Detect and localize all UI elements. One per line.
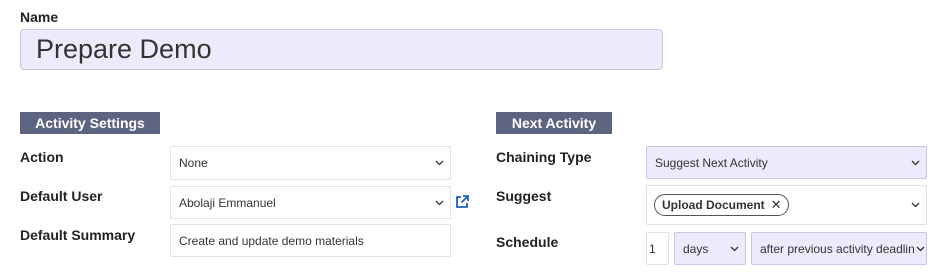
action-label: Action [20, 149, 64, 165]
schedule-label: Schedule [496, 234, 559, 250]
suggest-tags-input[interactable]: Upload Document ✕ [646, 185, 927, 225]
name-value: Prepare Demo [36, 34, 212, 64]
schedule-unit-value: days [683, 241, 709, 256]
schedule-amount-input[interactable]: 1 [646, 232, 669, 265]
default-user-label: Default User [20, 188, 103, 204]
name-label: Name [20, 9, 59, 25]
chaining-type-select[interactable]: Suggest Next Activity [646, 146, 927, 179]
suggest-tag-label: Upload Document [662, 198, 765, 212]
action-value: None [179, 156, 208, 170]
chevron-down-icon [723, 233, 745, 264]
chevron-down-icon [904, 186, 926, 224]
chevron-down-icon [428, 187, 450, 218]
schedule-trigger-select[interactable]: after previous activity deadline [751, 232, 927, 265]
default-summary-label: Default Summary [20, 227, 136, 243]
suggest-label: Suggest [496, 188, 552, 204]
chaining-type-label: Chaining Type [496, 149, 592, 165]
activity-settings-header: Activity Settings [20, 112, 160, 134]
next-activity-header: Next Activity [496, 112, 612, 134]
schedule-amount-value: 1 [649, 241, 656, 256]
schedule-unit-select[interactable]: days [674, 232, 746, 265]
action-select[interactable]: None [170, 146, 451, 180]
default-summary-input[interactable]: Create and update demo materials [170, 224, 451, 257]
default-user-select[interactable]: Abolaji Emmanuel [170, 186, 451, 219]
external-link-icon[interactable] [454, 194, 470, 210]
default-user-value: Abolaji Emmanuel [179, 195, 276, 210]
default-summary-value: Create and update demo materials [179, 233, 364, 248]
schedule-trigger-value: after previous activity deadline [760, 241, 914, 256]
chevron-down-icon [914, 233, 926, 264]
remove-tag-icon[interactable]: ✕ [771, 197, 782, 213]
chevron-down-icon [904, 147, 926, 178]
chevron-down-icon [428, 147, 450, 179]
name-input[interactable]: Prepare Demo [20, 29, 663, 70]
chaining-type-value: Suggest Next Activity [655, 155, 768, 170]
suggest-tag: Upload Document ✕ [654, 194, 789, 216]
